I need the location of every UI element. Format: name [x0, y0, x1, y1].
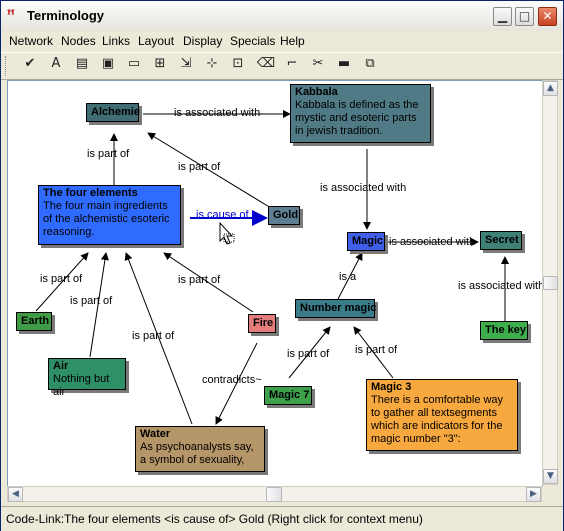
- maximize-button[interactable]: □: [515, 7, 534, 26]
- menu-display[interactable]: Display: [183, 34, 222, 48]
- node-alchemie[interactable]: Alchemie: [86, 103, 140, 122]
- scroll-left-button[interactable]: ◀: [8, 487, 23, 502]
- close-button[interactable]: ✕: [538, 7, 557, 26]
- horizontal-scroll-thumb[interactable]: [266, 487, 282, 502]
- link-label[interactable]: is part of: [178, 274, 220, 286]
- link-label[interactable]: is part of: [178, 161, 220, 173]
- menu-network[interactable]: Network: [9, 34, 53, 48]
- color-bars-icon[interactable]: ▤: [71, 56, 93, 76]
- link-label[interactable]: is a: [339, 271, 356, 283]
- menu-bar: Network Nodes Links Layout Display Speci…: [1, 31, 563, 51]
- vertical-scroll-thumb[interactable]: [543, 276, 558, 290]
- node-air[interactable]: Air Nothing but air: [48, 358, 126, 398]
- link-label[interactable]: is part of: [40, 273, 82, 285]
- link-label[interactable]: is associated with: [174, 107, 260, 119]
- network-canvas[interactable]: Alchemie Kabbala Kabbala is defined as t…: [7, 80, 543, 487]
- eraser-icon[interactable]: ⌫: [255, 56, 277, 76]
- node-gold[interactable]: Gold: [268, 206, 300, 225]
- node-the-key[interactable]: The key: [480, 321, 528, 340]
- link-label[interactable]: is part of: [70, 295, 112, 307]
- node-earth[interactable]: Earth: [16, 312, 52, 331]
- menu-layout[interactable]: Layout: [138, 34, 174, 48]
- tree-layout-icon[interactable]: ⊞: [149, 56, 171, 76]
- scroll-right-button[interactable]: ▶: [526, 487, 541, 502]
- status-text: Code-Link:The four elements <is cause of…: [6, 512, 423, 526]
- link-label[interactable]: contradicts~: [202, 374, 262, 386]
- node-magic-3[interactable]: Magic 3 There is a comfortable way to ga…: [366, 379, 518, 451]
- node-magic[interactable]: Magic: [347, 232, 385, 251]
- menu-nodes[interactable]: Nodes: [61, 34, 96, 48]
- image-icon[interactable]: ▣: [97, 56, 119, 76]
- vertical-scrollbar[interactable]: ▲ ▼: [542, 80, 558, 485]
- link-label[interactable]: is part of: [87, 148, 129, 160]
- link-tool-icon[interactable]: ⌐: [281, 56, 303, 76]
- frame-select-icon[interactable]: ⊡: [227, 56, 249, 76]
- toolbar-grip[interactable]: [5, 56, 9, 76]
- window-title: Terminology: [27, 8, 105, 23]
- note-icon[interactable]: ▬: [333, 56, 355, 76]
- menu-links[interactable]: Links: [102, 34, 130, 48]
- node-fire[interactable]: Fire: [248, 314, 276, 333]
- node-number-magic[interactable]: Number magic: [295, 299, 376, 318]
- link-label-selected[interactable]: is cause of: [196, 209, 249, 221]
- node-four-elements[interactable]: The four elements The four main ingredie…: [38, 185, 181, 245]
- scissors-icon[interactable]: ✂: [307, 56, 329, 76]
- status-bar: Code-Link:The four elements <is cause of…: [1, 506, 563, 531]
- link-label[interactable]: is associated with: [458, 280, 542, 292]
- toolbar: ✔ A ▤ ▣ ▭ ⊞ ⇲ ⊹ ⊡ ⌫ ⌐ ✂ ▬ ⧉: [1, 52, 563, 80]
- node-magic-7[interactable]: Magic 7: [264, 386, 312, 405]
- node-kabbala[interactable]: Kabbala Kabbala is defined as the mystic…: [290, 84, 431, 143]
- menu-specials[interactable]: Specials: [230, 34, 275, 48]
- link-label[interactable]: is part of: [287, 348, 329, 360]
- title-bar[interactable]: ꟸ Terminology ▁ □ ✕: [1, 1, 563, 32]
- text-icon[interactable]: A: [45, 56, 67, 76]
- menu-help[interactable]: Help: [280, 34, 305, 48]
- link-label[interactable]: is associated with: [389, 236, 475, 248]
- grid-select-icon[interactable]: ⊹: [201, 56, 223, 76]
- app-window: ꟸ Terminology ▁ □ ✕ Network Nodes Links …: [0, 0, 564, 531]
- copy-node-icon[interactable]: ⧉: [359, 56, 381, 76]
- import-icon[interactable]: ⇲: [175, 56, 197, 76]
- scroll-up-button[interactable]: ▲: [543, 81, 558, 96]
- node-water[interactable]: Water As psychoanalysts say, a symbol of…: [135, 426, 265, 472]
- window-icon[interactable]: ▭: [123, 56, 145, 76]
- check-icon[interactable]: ✔: [19, 56, 41, 76]
- horizontal-scrollbar[interactable]: ◀ ▶: [7, 486, 542, 502]
- minimize-button[interactable]: ▁: [493, 7, 512, 26]
- link-label[interactable]: is part of: [355, 344, 397, 356]
- link-label[interactable]: is associated with: [320, 182, 406, 194]
- scroll-corner: [542, 486, 558, 502]
- app-icon: ꟸ: [7, 8, 15, 23]
- link-label[interactable]: is part of: [132, 330, 174, 342]
- mouse-cursor-icon: [219, 221, 235, 245]
- node-secret[interactable]: Secret: [480, 231, 522, 250]
- scroll-down-button[interactable]: ▼: [543, 469, 558, 484]
